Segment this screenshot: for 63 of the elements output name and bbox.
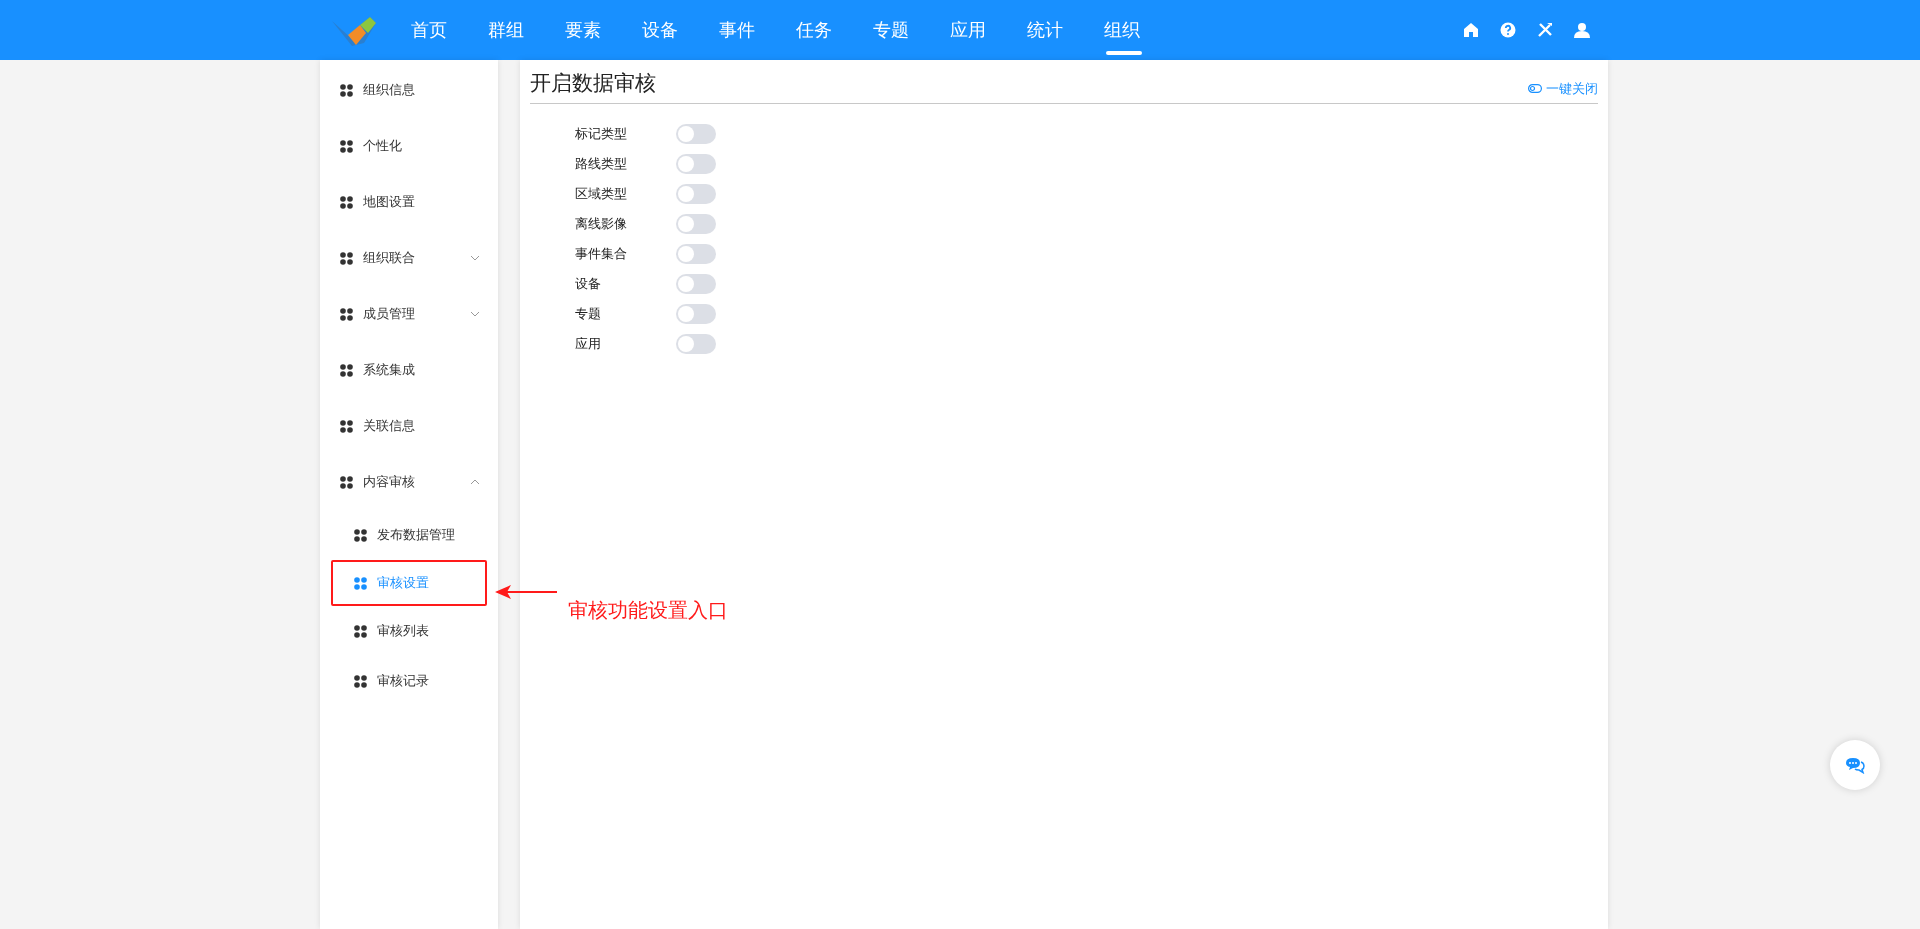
nav-tab[interactable]: 设备 [621,0,698,60]
sidebar-item[interactable]: 个性化 [320,118,498,174]
help-icon[interactable] [1500,22,1516,38]
grid-icon [354,528,367,542]
toggle-icon [1528,83,1542,93]
close-all-button[interactable]: 一键关闭 [1528,78,1598,98]
toggle-switch[interactable] [676,334,716,354]
grid-icon [354,576,367,590]
grid-icon [340,363,353,377]
nav-tab[interactable]: 组织 [1083,0,1160,60]
nav-tab[interactable]: 应用 [929,0,1006,60]
setting-label: 设备 [575,275,602,294]
nav-tab[interactable]: 要素 [544,0,621,60]
toggle-switch[interactable] [676,154,716,174]
grid-icon [340,475,353,489]
setting-label: 事件集合 [575,245,628,264]
submenu-item[interactable]: 审核列表 [320,606,498,656]
toggle-switch[interactable] [676,244,716,264]
sidebar-item[interactable]: 地图设置 [320,174,498,230]
grid-icon [340,195,353,209]
chevron-icon [470,255,480,261]
grid-icon [354,624,367,638]
toggle-switch[interactable] [676,184,716,204]
grid-icon [340,419,353,433]
nav-tab[interactable]: 专题 [852,0,929,60]
nav-tab[interactable]: 首页 [390,0,467,60]
chevron-icon [470,479,480,485]
sidebar-item[interactable]: 系统集成 [320,342,498,398]
toggle-switch[interactable] [676,304,716,324]
chat-icon [1845,756,1865,774]
setting-label: 区域类型 [575,185,628,204]
nav-tab[interactable]: 统计 [1006,0,1083,60]
toggle-switch[interactable] [676,124,716,144]
sidebar-item[interactable]: 内容审核 [320,454,498,510]
submenu-item[interactable]: 发布数据管理 [320,510,498,560]
nav-tab[interactable]: 群组 [467,0,544,60]
setting-label: 应用 [575,335,602,354]
submenu-item[interactable]: 审核记录 [320,656,498,706]
nav-tab[interactable]: 事件 [698,0,775,60]
chevron-icon [470,311,480,317]
sidebar-item[interactable]: 组织信息 [320,62,498,118]
chat-button[interactable] [1830,740,1880,790]
setting-label: 离线影像 [575,215,628,234]
user-icon[interactable] [1574,22,1590,38]
setting-label: 专题 [575,305,602,324]
grid-icon [340,83,353,97]
toggle-switch[interactable] [676,214,716,234]
home-icon[interactable] [1463,22,1479,38]
setting-label: 标记类型 [575,125,628,144]
panel-title: 开启数据审核 [530,70,656,96]
setting-label: 路线类型 [575,155,628,174]
grid-icon [340,251,353,265]
annotation-text: 审核功能设置入口 [568,598,728,623]
sidebar-item[interactable]: 组织联合 [320,230,498,286]
submenu-item[interactable]: 审核设置 [333,562,485,604]
sidebar-item[interactable]: 关联信息 [320,398,498,454]
toggle-switch[interactable] [676,274,716,294]
sidebar-item[interactable]: 成员管理 [320,286,498,342]
nav-tab[interactable]: 任务 [775,0,852,60]
grid-icon [340,139,353,153]
arrow-icon [495,584,557,600]
grid-icon [354,674,367,688]
grid-icon [340,307,353,321]
